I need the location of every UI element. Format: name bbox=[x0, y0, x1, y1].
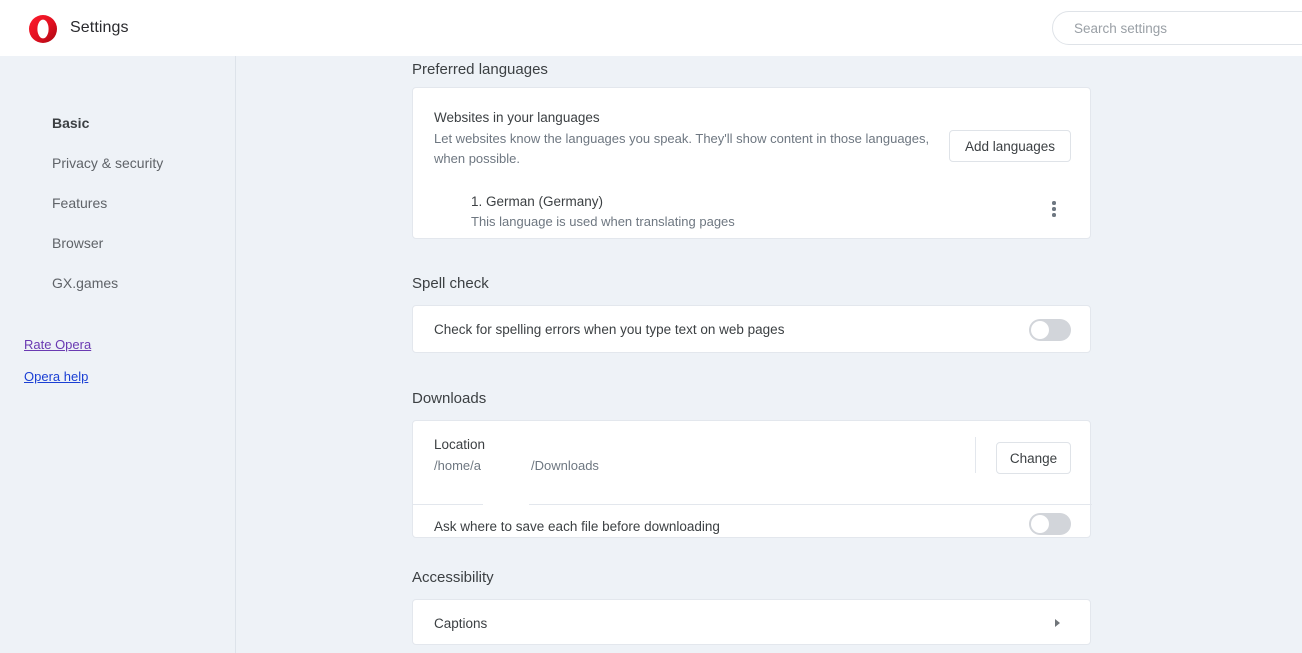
app-header: Settings bbox=[0, 0, 1302, 56]
sidebar-item-label: Browser bbox=[52, 235, 104, 251]
sidebar-item-label: Privacy & security bbox=[52, 155, 164, 171]
sidebar-item-label: Features bbox=[52, 195, 108, 211]
opera-logo-icon bbox=[28, 14, 58, 44]
download-location-path-prefix: /home/a bbox=[434, 458, 481, 473]
section-heading-preferred-languages: Preferred languages bbox=[412, 61, 548, 78]
sidebar-item-gx-games[interactable]: GX.games bbox=[52, 274, 118, 292]
page-title: Settings bbox=[70, 19, 129, 36]
sidebar-item-label: GX.games bbox=[52, 275, 119, 291]
spell-check-card: Check for spelling errors when you type … bbox=[412, 305, 1091, 353]
sidebar-item-label: Basic bbox=[52, 115, 90, 131]
chevron-right-icon[interactable] bbox=[1055, 619, 1060, 627]
add-languages-button[interactable]: Add languages bbox=[949, 130, 1071, 162]
websites-in-languages-title: Websites in your languages bbox=[434, 110, 600, 125]
captions-label: Captions bbox=[434, 616, 488, 631]
downloads-card: Location /home/a /Downloads Change Ask w… bbox=[412, 420, 1092, 538]
websites-in-languages-desc-line2: when possible. bbox=[434, 151, 520, 166]
download-location-path-suffix: /Downloads bbox=[531, 458, 599, 473]
section-heading-accessibility: Accessibility bbox=[412, 569, 494, 586]
search-input[interactable] bbox=[1052, 11, 1302, 45]
spell-check-row-label: Check for spelling errors when you type … bbox=[434, 322, 785, 337]
toggle-knob bbox=[1031, 515, 1049, 533]
opera-help-link[interactable]: Opera help bbox=[24, 369, 88, 385]
section-heading-spell-check: Spell check bbox=[412, 275, 489, 292]
change-download-location-button[interactable]: Change bbox=[996, 442, 1071, 474]
preferred-languages-card: Websites in your languages Let websites … bbox=[412, 87, 1091, 239]
language-entry-name: 1. German (Germany) bbox=[471, 194, 604, 209]
three-dot-menu-icon[interactable] bbox=[1043, 197, 1065, 219]
sidebar-item-features[interactable]: Features bbox=[52, 194, 107, 212]
ask-where-to-save-label: Ask where to save each file before downl… bbox=[434, 519, 720, 534]
redaction-mask bbox=[483, 449, 529, 507]
search-box[interactable] bbox=[1052, 11, 1302, 45]
language-entry-description: This language is used when translating p… bbox=[471, 214, 735, 229]
toggle-knob bbox=[1031, 321, 1049, 339]
rate-opera-link[interactable]: Rate Opera bbox=[24, 337, 91, 353]
download-location-label: Location bbox=[434, 437, 486, 452]
sidebar-item-browser[interactable]: Browser bbox=[52, 234, 103, 252]
captions-card[interactable]: Captions bbox=[412, 599, 1091, 645]
downloads-vertical-divider bbox=[975, 437, 976, 473]
sidebar-item-privacy-security[interactable]: Privacy & security bbox=[52, 154, 163, 172]
section-heading-downloads: Downloads bbox=[412, 390, 487, 407]
spell-check-toggle[interactable] bbox=[1029, 319, 1071, 341]
ask-where-to-save-toggle[interactable] bbox=[1029, 513, 1071, 535]
sidebar-item-basic[interactable]: Basic bbox=[52, 114, 89, 132]
websites-in-languages-desc-line1: Let websites know the languages you spea… bbox=[434, 131, 930, 146]
sidebar-nav: Basic Privacy & security Features Browse… bbox=[0, 56, 236, 653]
settings-content: Preferred languages Websites in your lan… bbox=[236, 56, 1302, 653]
